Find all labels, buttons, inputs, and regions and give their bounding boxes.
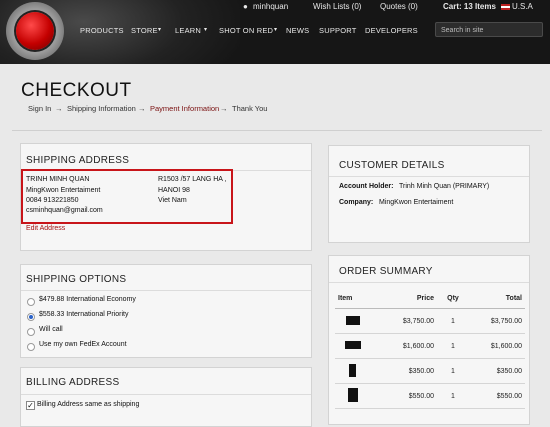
option-will-call[interactable]: Will call (39, 326, 63, 333)
col-qty: Qty (437, 289, 469, 309)
row-total: $350.00 (469, 358, 525, 384)
company-value: MingKwon Entertaiment (379, 199, 454, 206)
table-header-row: Item Price Qty Total (335, 289, 525, 309)
account-holder-value: Trinh Minh Quan (PRIMARY) (399, 183, 490, 190)
breadcrumb-sign-in[interactable]: Sign In (28, 104, 51, 113)
row-qty: 1 (437, 383, 469, 409)
order-table: Item Price Qty Total $3,750.00 1 $3,750.… (335, 289, 525, 409)
cart-link[interactable]: Cart: 13 Items (443, 0, 496, 14)
breadcrumb-thank-you: Thank You (232, 104, 268, 113)
red-logo[interactable] (6, 2, 64, 60)
nav-products[interactable]: PRODUCTS (80, 26, 124, 35)
billing-same-label[interactable]: Billing Address same as shipping (37, 401, 139, 408)
option-radio-fedex[interactable] (27, 343, 35, 351)
nav-learn[interactable]: LEARN (175, 26, 201, 35)
option-radio-economy[interactable] (27, 298, 35, 306)
option-radio-priority[interactable] (27, 313, 35, 321)
billing-address-title: BILLING ADDRESS (26, 377, 120, 388)
user-icon: ● (243, 2, 248, 11)
row-price: $1,600.00 (379, 333, 437, 359)
breadcrumb-payment[interactable]: Payment Information (150, 104, 219, 113)
order-summary-title: ORDER SUMMARY (339, 266, 433, 277)
divider (12, 130, 542, 131)
col-item: Item (335, 289, 379, 309)
arrow-icon: → (220, 104, 228, 113)
row-total: $550.00 (469, 383, 525, 409)
row-qty: 1 (437, 308, 469, 334)
chevron-down-icon: ▾ (158, 27, 162, 33)
nav-store[interactable]: STORE (131, 26, 158, 35)
page-title: CHECKOUT (21, 80, 132, 101)
breadcrumb-shipping[interactable]: Shipping Information (67, 104, 136, 113)
company-label: Company: (339, 199, 374, 206)
billing-address-panel: BILLING ADDRESS (20, 367, 312, 427)
locale-selector[interactable]: U.S.A (501, 0, 533, 14)
chevron-down-icon: ▾ (274, 27, 278, 33)
row-qty: 1 (437, 333, 469, 359)
table-row: $3,750.00 1 $3,750.00 (335, 308, 525, 334)
highlight-box (21, 169, 233, 224)
customer-details-title: CUSTOMER DETAILS (339, 160, 445, 171)
table-row: $350.00 1 $350.00 (335, 358, 525, 384)
table-row: $550.00 1 $550.00 (335, 383, 525, 409)
arrow-icon: → (138, 104, 146, 113)
row-total: $1,600.00 (469, 333, 525, 359)
shipping-address-title: SHIPPING ADDRESS (26, 155, 130, 166)
table-row: $1,600.00 1 $1,600.00 (335, 333, 525, 359)
product-image[interactable] (335, 308, 379, 334)
product-image[interactable] (335, 333, 379, 359)
wishlists-link[interactable]: Wish Lists (0) (313, 0, 361, 14)
customer-details-panel: CUSTOMER DETAILS (328, 145, 530, 243)
col-total: Total (469, 289, 525, 309)
flag-icon (501, 3, 510, 10)
option-fedex[interactable]: Use my own FedEx Account (39, 341, 127, 348)
user-menu[interactable]: minhquan (253, 0, 288, 14)
account-holder-label: Account Holder: (339, 183, 394, 190)
chevron-down-icon: ▾ (204, 27, 208, 33)
row-total: $3,750.00 (469, 308, 525, 334)
row-price: $350.00 (379, 358, 437, 384)
row-price: $550.00 (379, 383, 437, 409)
option-priority[interactable]: $558.33 International Priority (39, 311, 129, 318)
arrow-icon: → (55, 104, 63, 113)
search-input[interactable]: Search in site (435, 22, 543, 37)
option-radio-will-call[interactable] (27, 328, 35, 336)
product-image[interactable] (335, 358, 379, 384)
site-header: ● minhquan Wish Lists (0) Quotes (0) Car… (0, 0, 550, 64)
nav-shot-on-red[interactable]: SHOT ON RED (219, 26, 273, 35)
nav-support[interactable]: SUPPORT (319, 26, 357, 35)
option-economy[interactable]: $479.88 International Economy (39, 296, 136, 303)
row-price: $3,750.00 (379, 308, 437, 334)
edit-address-link[interactable]: Edit Address (26, 225, 65, 232)
quotes-link[interactable]: Quotes (0) (380, 0, 418, 14)
nav-developers[interactable]: DEVELOPERS (365, 26, 418, 35)
product-image[interactable] (335, 383, 379, 409)
nav-news[interactable]: NEWS (286, 26, 309, 35)
billing-same-checkbox[interactable]: ✓ (26, 401, 35, 410)
row-qty: 1 (437, 358, 469, 384)
shipping-options-title: SHIPPING OPTIONS (26, 274, 127, 285)
col-price: Price (379, 289, 437, 309)
